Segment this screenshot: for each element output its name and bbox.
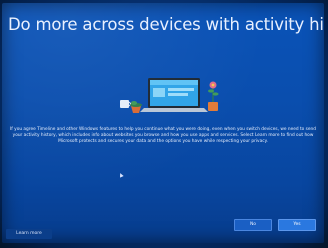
no-button[interactable]: No bbox=[234, 219, 272, 231]
laptop-with-plants-icon bbox=[120, 78, 219, 113]
learn-more-link[interactable]: Learn more bbox=[6, 229, 52, 239]
body-description: If you agree Timeline and other Windows … bbox=[10, 127, 317, 144]
page-title: Do more across devices with activity his… bbox=[8, 15, 324, 34]
mouse-cursor-icon bbox=[118, 172, 124, 178]
oobe-screen: Do more across devices with activity his… bbox=[2, 3, 324, 243]
screen-glare bbox=[2, 3, 324, 243]
photo-background: Do more across devices with activity his… bbox=[0, 0, 328, 248]
yes-button[interactable]: Yes bbox=[278, 219, 316, 231]
